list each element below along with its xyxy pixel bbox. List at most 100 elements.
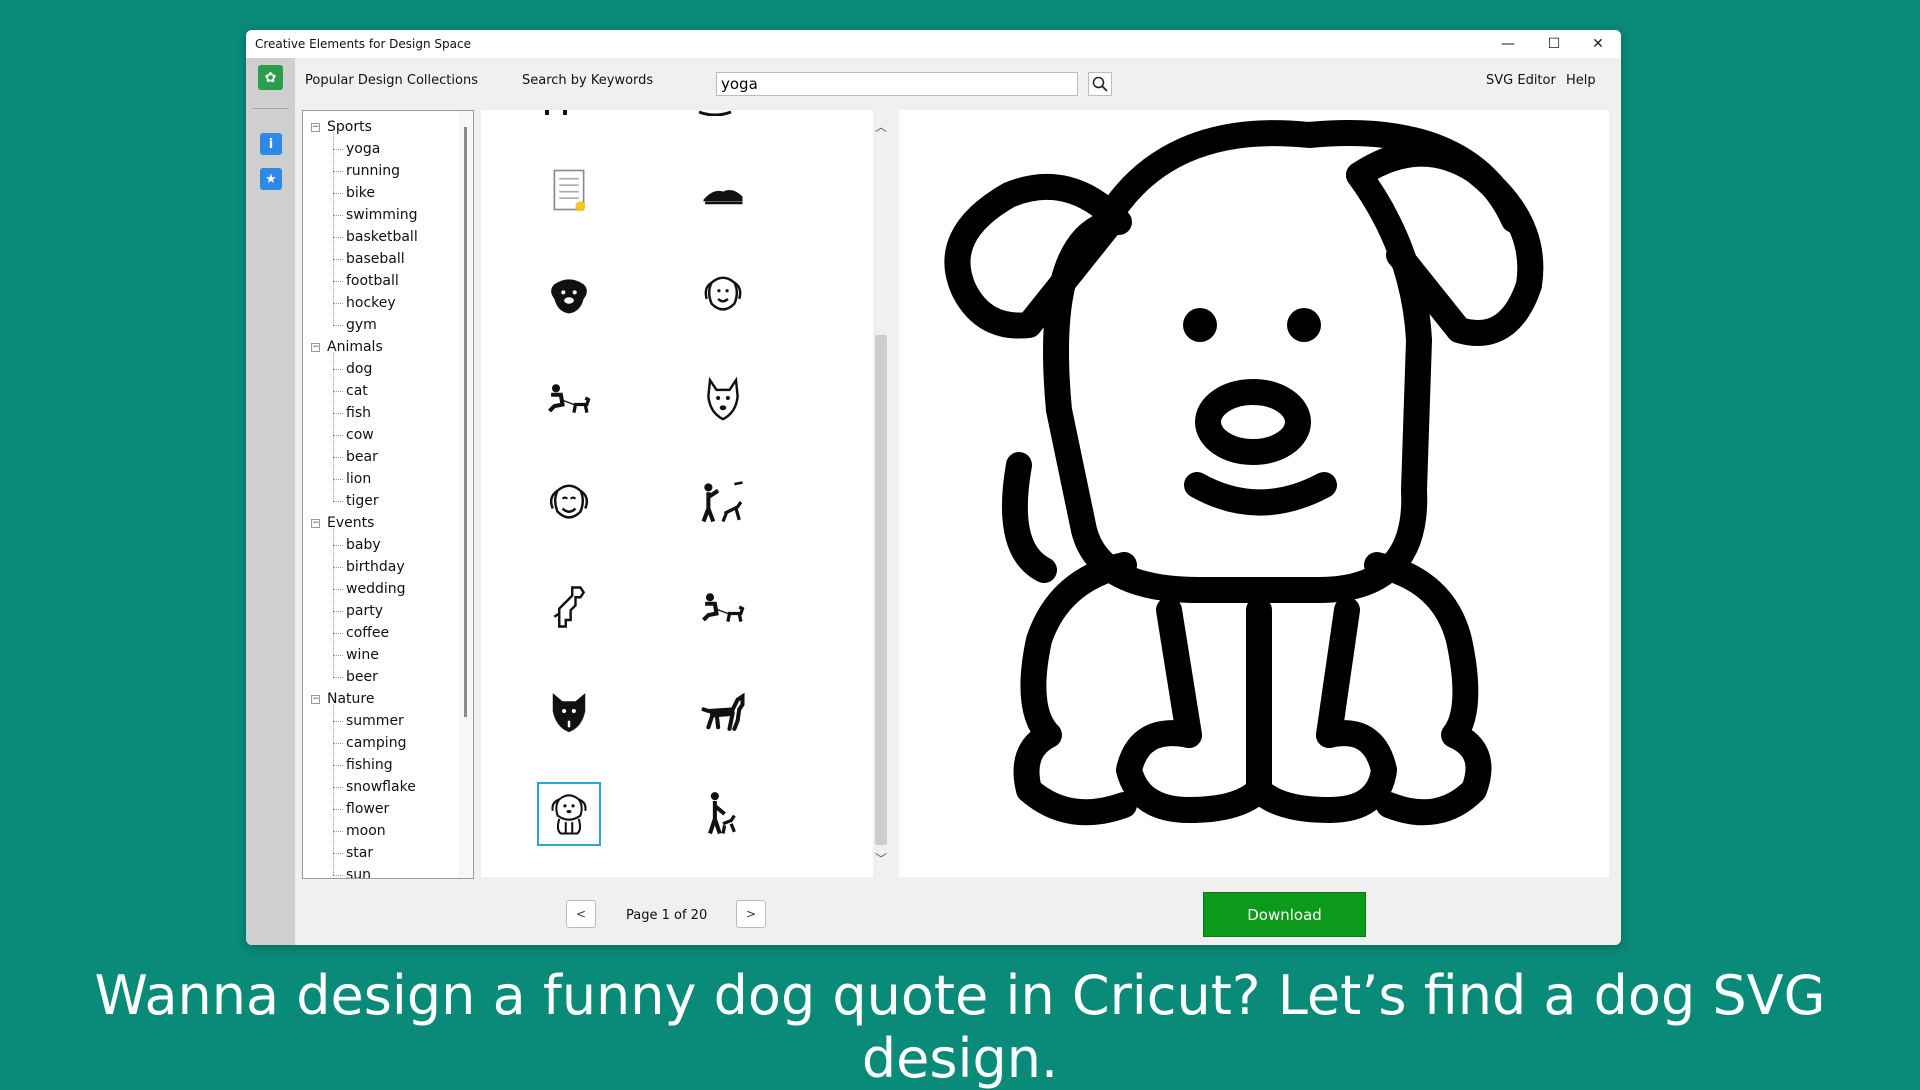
tree-item[interactable]: camping [346,732,406,754]
dog-head-solid-icon [552,693,586,733]
tree-item[interactable]: baby [346,534,381,556]
tree-item[interactable]: swimming [346,204,418,226]
thumbnail-item[interactable] [691,470,755,534]
smiling-dog-outline-icon [549,484,589,519]
thumbnail-grid[interactable] [481,110,873,877]
search-button[interactable] [1088,72,1112,96]
thumbnail-item[interactable] [537,262,601,326]
tree-branch-line [333,391,343,392]
minimize-button[interactable]: — [1485,30,1531,58]
tree-branch-line [333,149,343,150]
tree-item[interactable]: wine [346,644,379,666]
tree-expander-icon[interactable]: − [311,343,320,352]
tree-branch-line [333,853,343,854]
tree-item[interactable]: bike [346,182,375,204]
dog-outline-sitting-icon [553,586,586,628]
tree-item[interactable]: birthday [346,556,405,578]
scroll-down-icon[interactable]: ﹀ [873,850,889,867]
tree-item[interactable]: summer [346,710,404,732]
tree-branch-line [333,193,343,194]
thumbnail-item[interactable] [537,366,601,430]
dog-preview-icon [944,120,1544,826]
tree-vertical-line [333,704,334,875]
partial-thumbnail-icon [545,110,567,115]
tree-branch-line [333,171,343,172]
grid-scrollbar[interactable]: ︿ ﹀ [873,110,889,877]
dog-head-outline-icon [707,376,739,421]
tree-item[interactable]: running [346,160,400,182]
thumbnail-item[interactable] [537,158,601,222]
tree-branch-line [333,457,343,458]
grid-scroll-thumb[interactable] [875,335,887,845]
tree-item[interactable]: dog [346,358,372,380]
info-icon[interactable]: i [260,133,282,155]
thumbnail-item[interactable] [691,262,755,326]
tree-branch-line [333,435,343,436]
tree-item[interactable]: tiger [346,490,379,512]
thumbnail-item[interactable] [691,679,755,743]
tree-category[interactable]: Animals [327,336,383,358]
thumbnail-item[interactable] [537,575,601,639]
tree-scrollbar[interactable] [459,111,473,878]
tree-branch-line [333,765,343,766]
tree-item[interactable]: flower [346,798,389,820]
tree-item[interactable]: lion [346,468,371,490]
thumbnail-item[interactable] [537,782,601,846]
search-input[interactable] [716,72,1078,96]
tree-item[interactable]: wedding [346,578,406,600]
tree-expander-icon[interactable]: − [311,123,320,132]
tree-item[interactable]: cow [346,424,374,446]
certificate-icon [553,169,586,212]
download-button[interactable]: Download [1203,892,1366,937]
tree-item[interactable]: football [346,270,399,292]
category-tree[interactable]: − Sports yoga running bike swimming basketball… [302,110,474,879]
tree-branch-line [333,325,343,326]
tree-item[interactable]: coffee [346,622,389,644]
help-link[interactable]: Help [1566,73,1596,88]
tree-branch-line [333,369,343,370]
thumbnail-item[interactable] [691,158,755,222]
tree-branch-line [333,215,343,216]
maximize-button[interactable]: ☐ [1531,30,1577,58]
tree-item[interactable]: snowflake [346,776,416,798]
popular-collections-link[interactable]: Popular Design Collections [305,73,478,88]
tree-expander-icon[interactable]: − [311,695,320,704]
thumbnail-item[interactable] [537,470,601,534]
scroll-up-icon[interactable]: ︿ [873,118,889,135]
tree-category[interactable]: Events [327,512,374,534]
person-with-dog-icon-2 [702,593,745,622]
tree-item[interactable]: yoga [346,138,380,160]
tree-item[interactable]: moon [346,820,386,842]
tree-branch-line [333,501,343,502]
tree-branch-line [333,721,343,722]
tree-item[interactable]: baseball [346,248,405,270]
tree-item[interactable]: cat [346,380,368,402]
tree-item[interactable]: beer [346,666,378,688]
tree-item[interactable]: sun [346,864,371,878]
tree-item[interactable]: bear [346,446,378,468]
tree-item[interactable]: fish [346,402,371,424]
tree-branch-line [333,633,343,634]
close-button[interactable]: ✕ [1575,30,1621,58]
favorites-star-icon[interactable]: ★ [260,168,282,190]
svg-editor-link[interactable]: SVG Editor [1486,73,1556,88]
thumbnail-item[interactable] [691,575,755,639]
tree-item[interactable]: gym [346,314,377,336]
thumbnail-item[interactable] [691,366,755,430]
thumbnail-item[interactable] [537,679,601,743]
dog-face-solid-icon [551,279,587,314]
tree-item[interactable]: star [346,842,373,864]
next-page-button[interactable]: > [736,900,766,928]
tree-item[interactable]: basketball [346,226,418,248]
tree-branch-line [333,655,343,656]
prev-page-button[interactable]: < [566,900,596,928]
tree-item[interactable]: hockey [346,292,396,314]
person-throwing-frisbee-dog-icon [701,481,743,523]
tree-item[interactable]: fishing [346,754,393,776]
person-with-dog-icon [548,384,591,413]
tree-item[interactable]: party [346,600,383,622]
sleeping-dog-icon [703,190,743,205]
tree-category[interactable]: Nature [327,688,374,710]
thumbnail-item[interactable] [691,782,755,846]
tree-expander-icon[interactable]: − [311,519,320,528]
